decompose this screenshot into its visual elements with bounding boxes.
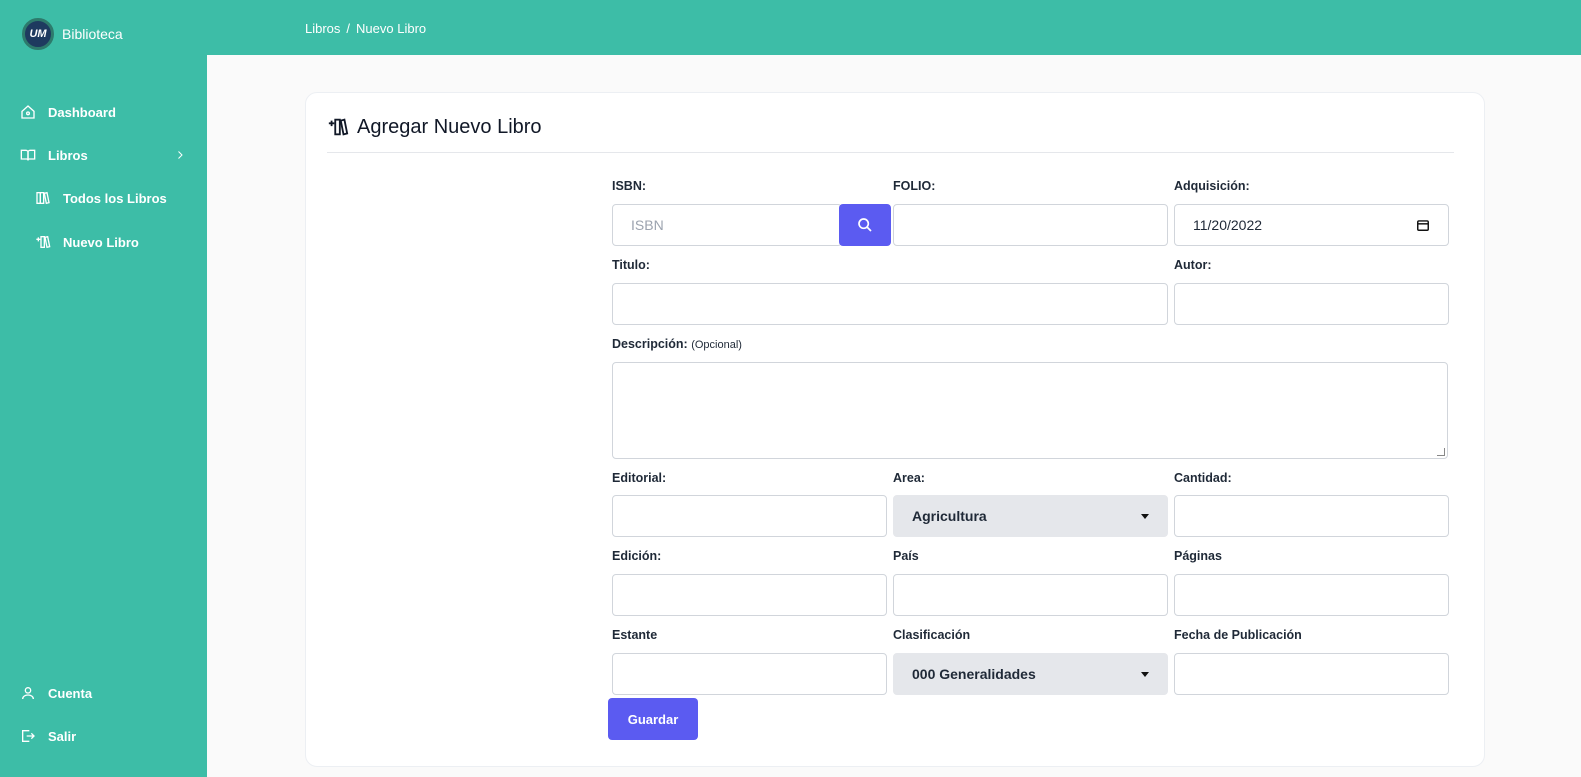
book-open-icon [20, 149, 36, 161]
fecha-publicacion-label: Fecha de Publicación [1174, 628, 1302, 642]
cantidad-label: Cantidad: [1174, 471, 1232, 485]
breadcrumb: Libros / Nuevo Libro [305, 21, 426, 36]
brand-name: Biblioteca [62, 26, 123, 42]
topbar: Libros / Nuevo Libro [207, 0, 1581, 55]
sidebar-item-cuenta[interactable]: Cuenta [20, 685, 92, 701]
area-select[interactable]: Agricultura [893, 495, 1168, 537]
pais-input[interactable] [893, 574, 1168, 616]
descripcion-label: Descripción: (Opcional) [612, 337, 742, 351]
sidebar-item-dashboard[interactable]: Dashboard [20, 104, 116, 120]
descripcion-optional-note: (Opcional) [691, 339, 742, 351]
clasificacion-label: Clasificación [893, 628, 971, 642]
logout-icon [22, 730, 35, 742]
isbn-label: ISBN: [612, 179, 647, 193]
titulo-input[interactable] [612, 283, 1168, 325]
isbn-input[interactable]: ISBN [612, 204, 842, 246]
logo: UM [22, 18, 54, 50]
fecha-publicacion-input[interactable] [1174, 653, 1449, 695]
adquisicion-label: Adquisición: [1174, 179, 1250, 193]
caret-down-icon [1141, 513, 1149, 519]
editorial-input[interactable] [612, 495, 887, 537]
descripcion-label-text: Descripción: [612, 337, 688, 351]
edicion-label: Edición: [612, 549, 662, 563]
clasificacion-selected-value: 000 Generalidades [912, 666, 1036, 682]
breadcrumb-current: Nuevo Libro [356, 21, 427, 36]
editorial-label: Editorial: [612, 471, 667, 485]
book-add-icon [328, 118, 349, 136]
caret-down-icon [1141, 671, 1149, 677]
brand[interactable]: UM Biblioteca [22, 18, 123, 50]
breadcrumb-separator: / [346, 21, 351, 36]
search-icon [858, 218, 872, 232]
sidebar: UM Biblioteca Dashboard Libros Todos los… [0, 0, 207, 777]
clasificacion-select[interactable]: 000 Generalidades [893, 653, 1168, 695]
descripcion-textarea[interactable] [612, 362, 1448, 459]
books-icon [36, 191, 50, 205]
chevron-right-icon[interactable] [174, 149, 186, 161]
pais-label: País [893, 549, 919, 563]
book-add-icon [36, 235, 51, 249]
estante-label: Estante [612, 628, 658, 642]
breadcrumb-libros[interactable]: Libros [305, 21, 340, 36]
estante-input[interactable] [612, 653, 887, 695]
calendar-icon[interactable] [1416, 218, 1430, 232]
paginas-input[interactable] [1174, 574, 1449, 616]
search-button[interactable] [839, 204, 891, 246]
sidebar-item-nuevo-libro[interactable]: Nuevo Libro [35, 234, 139, 250]
adquisicion-date-input[interactable]: 11/20/2022 [1174, 204, 1449, 246]
area-selected-value: Agricultura [912, 508, 987, 524]
sidebar-item-salir[interactable]: Salir [20, 728, 76, 744]
card-header: Agregar Nuevo Libro [327, 116, 1454, 153]
edicion-input[interactable] [612, 574, 887, 616]
page-title: Agregar Nuevo Libro [357, 116, 542, 138]
user-icon [22, 687, 34, 700]
form-card: Agregar Nuevo Libro ISBN: ISBN FOLIO: Ad… [305, 92, 1485, 767]
folio-label: FOLIO: [893, 179, 936, 193]
sidebar-item-todos-libros[interactable]: Todos los Libros [35, 190, 167, 206]
titulo-label: Titulo: [612, 258, 650, 272]
cantidad-input[interactable] [1174, 495, 1449, 537]
paginas-label: Páginas [1174, 549, 1222, 563]
autor-label: Autor: [1174, 258, 1212, 272]
adquisicion-value: 11/20/2022 [1193, 217, 1263, 233]
autor-input[interactable] [1174, 283, 1449, 325]
sidebar-item-label: Dashboard [48, 104, 116, 120]
sidebar-item-label: Libros [48, 147, 88, 163]
resize-handle[interactable] [1437, 448, 1445, 456]
home-icon [21, 105, 35, 119]
folio-input[interactable] [893, 204, 1168, 246]
sidebar-item-label: Nuevo Libro [63, 234, 139, 250]
save-button[interactable]: Guardar [608, 698, 698, 740]
sidebar-item-label: Salir [48, 728, 77, 744]
sidebar-item-libros[interactable]: Libros [20, 147, 88, 163]
sidebar-item-label: Todos los Libros [63, 190, 167, 206]
area-label: Area: [893, 471, 925, 485]
sidebar-item-label: Cuenta [48, 685, 93, 701]
